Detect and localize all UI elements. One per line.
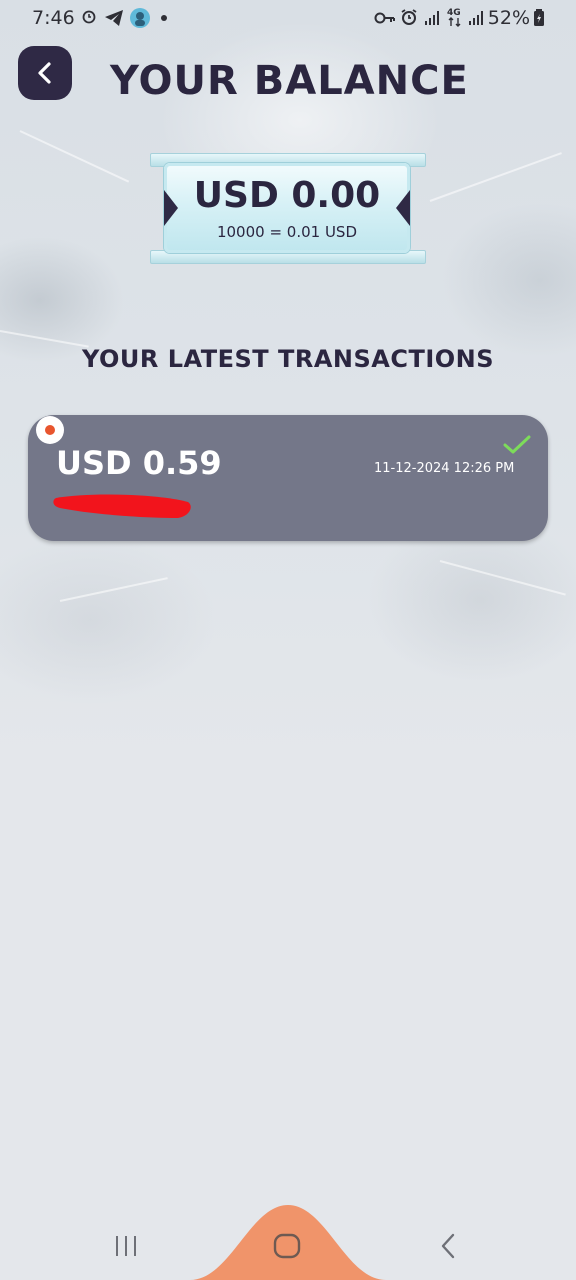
transaction-datetime: 11-12-2024 12:26 PM [374,461,515,476]
balance-card: USD 0.00 10000 = 0.01 USD [150,153,426,264]
back-icon[interactable] [438,1233,458,1259]
transaction-amount: USD 0.59 [56,444,222,482]
redaction-mark [53,494,191,518]
chevron-left-icon [38,62,51,84]
transactions-title: YOUR LATEST TRANSACTIONS [81,345,495,373]
battery-icon [534,9,544,26]
system-nav-bar [0,1205,576,1280]
status-time: 7:46 [32,7,75,29]
status-dot-icon [36,416,64,444]
clock-icon [82,10,96,24]
alarm-icon [401,9,417,25]
recents-icon[interactable] [114,1235,138,1257]
page-title: YOUR BALANCE [110,58,469,104]
signal-icon [425,11,439,25]
telegram-icon [105,10,123,26]
vpn-key-icon [374,12,395,24]
dot-icon [161,15,167,21]
status-bar: 7:46 4G 52% [0,0,576,36]
balance-amount: USD 0.00 [193,175,381,216]
4g-icon: 4G [447,8,461,27]
app-avatar-icon [130,8,150,28]
battery-percent: 52% [487,7,530,29]
svg-text:4G: 4G [447,8,461,18]
back-button[interactable] [18,46,72,100]
home-icon[interactable] [273,1233,301,1259]
balance-rate: 10000 = 0.01 USD [216,223,358,241]
check-icon [503,435,531,454]
signal-icon [469,11,483,25]
